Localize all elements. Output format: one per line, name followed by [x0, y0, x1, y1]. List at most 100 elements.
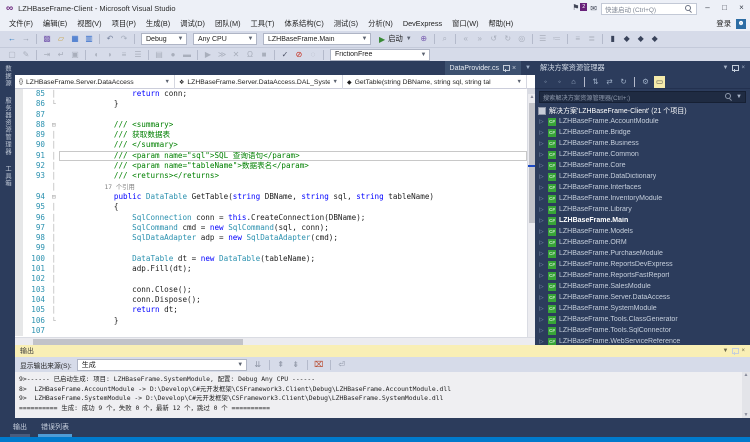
breakpoint-margin[interactable] [15, 171, 23, 182]
side-tab[interactable]: 工具箱 [3, 165, 12, 187]
bookmark-next-icon[interactable]: ◆ [621, 32, 633, 46]
code-line[interactable]: 99 │ [15, 243, 527, 254]
comment-icon[interactable]: ▤ [153, 48, 165, 62]
close-button[interactable]: × [735, 2, 748, 15]
scroll-up-icon[interactable]: ▲ [742, 372, 750, 378]
quick-launch-input[interactable]: 快速启动 (Ctrl+Q) [601, 2, 697, 15]
output-header[interactable]: 输出 ▼ × [15, 345, 750, 357]
save-all-icon[interactable]: ▥ [83, 32, 95, 46]
fold-margin[interactable]: │ [49, 274, 59, 284]
code-line[interactable]: 89 │ /// 获取数据表 [15, 130, 527, 141]
expand-arrow-icon[interactable]: ▷ [538, 240, 545, 246]
output-source-dropdown[interactable]: 生成 ▼ [76, 358, 247, 371]
find-message-icon[interactable]: ⇊ [252, 358, 264, 372]
redo-icon[interactable]: ↷ [118, 32, 130, 46]
pin-icon[interactable] [732, 347, 740, 355]
nav-back-icon[interactable]: ← [6, 32, 18, 46]
project-node[interactable]: ▷ C# LZHBaseFrame.AccountModule [535, 116, 750, 127]
notifications-icon[interactable]: ⚑ 2 [572, 3, 588, 14]
expand-arrow-icon[interactable]: ▷ [538, 284, 545, 290]
redo-nav-icon[interactable]: ↻ [502, 32, 514, 46]
target-icon[interactable]: ◎ [516, 32, 528, 46]
feedback-icon[interactable]: ✉ [590, 4, 597, 13]
fold-margin[interactable]: │ [49, 140, 59, 150]
code-line[interactable]: 97 │ SqlCommand cmd = new SqlCommand(sql,… [15, 222, 527, 234]
solution-search-input[interactable]: 搜索解决方案资源管理器(Ctrl+;) ▼ [539, 91, 746, 103]
fold-margin[interactable] [49, 110, 59, 120]
run-icon[interactable]: ▶ [202, 48, 214, 62]
rule-icon[interactable]: ▬ [181, 48, 193, 62]
open-file-icon[interactable]: ▱ [55, 32, 67, 46]
nav-forward-icon[interactable]: → [20, 32, 32, 46]
menu-item[interactable]: 生成(B) [141, 17, 175, 31]
expand-arrow-icon[interactable]: ▷ [538, 207, 545, 213]
expand-arrow-icon[interactable]: ▷ [538, 141, 545, 147]
project-node[interactable]: ▷ C# LZHBaseFrame.SalesModule [535, 281, 750, 292]
code-line[interactable]: 91 │ /// <param name="sql">SQL 查询语句</para… [15, 150, 527, 162]
cancel-icon[interactable]: ✕ [230, 48, 242, 62]
step-back-icon[interactable]: « [460, 32, 472, 46]
bookmark-clear-icon[interactable]: ◆ [649, 32, 661, 46]
breakpoint-margin[interactable] [15, 253, 23, 265]
output-scrollbar[interactable]: ▲ ▼ [742, 372, 750, 418]
breakpoint-margin[interactable] [15, 109, 23, 120]
menu-item[interactable]: 文件(F) [4, 17, 38, 31]
code-line[interactable]: 98 │ SqlDataAdapter adp = new SqlDataAdap… [15, 233, 527, 244]
menu-item[interactable]: 调试(D) [175, 17, 210, 31]
breakpoint-margin[interactable] [15, 294, 23, 306]
clear-all-icon[interactable]: ⌧ [313, 358, 325, 372]
fold-margin[interactable]: ⊟ [49, 192, 59, 202]
fold-margin[interactable]: │ [49, 243, 59, 253]
code-line[interactable]: 90 │ /// </summary> [15, 140, 527, 151]
code-line[interactable]: 94 ⊟ public DataTable GetTable(string DBN… [15, 191, 527, 203]
fold-margin[interactable]: │ [49, 130, 59, 140]
side-tab[interactable]: 数据源 [3, 65, 12, 87]
expand-arrow-icon[interactable]: ▷ [538, 130, 545, 136]
pin-icon[interactable] [502, 64, 510, 72]
menu-item[interactable]: 测试(S) [329, 17, 363, 31]
fold-margin[interactable]: │ [49, 285, 59, 295]
output-log[interactable]: 9>------ 已启动生成: 项目: LZHBaseFrame.SystemM… [15, 372, 750, 418]
project-node[interactable]: ▷ C# LZHBaseFrame.ReportsFastReport [535, 270, 750, 281]
project-node[interactable]: ▷ C# LZHBaseFrame.Tools.ClassGenerator [535, 314, 750, 325]
code-line[interactable]: 95 │ { [15, 202, 527, 213]
tool-window-tab[interactable]: 错误列表 [38, 421, 72, 438]
breakpoint-margin[interactable] [15, 315, 23, 326]
breakpoint-margin[interactable] [15, 243, 23, 254]
pin-icon[interactable] [732, 64, 740, 72]
breakpoint-margin[interactable] [15, 181, 23, 192]
prev-message-icon[interactable]: ⇞ [275, 358, 287, 372]
expand-arrow-icon[interactable]: ▷ [538, 306, 545, 312]
breakpoint-margin[interactable] [15, 325, 23, 337]
fold-margin[interactable]: ⊟ [49, 120, 59, 130]
code-line[interactable]: 105 │ return dt; [15, 305, 527, 316]
code-line[interactable]: 101 │ adp.Fill(dt); [15, 264, 527, 275]
sign-in-link[interactable]: 登录 [716, 19, 731, 29]
word-wrap-icon[interactable]: ⏎ [336, 358, 348, 372]
expand-arrow-icon[interactable]: ▷ [538, 317, 545, 323]
breakpoint-margin[interactable] [15, 191, 23, 203]
expand-arrow-icon[interactable]: ▷ [538, 328, 545, 334]
solution-root-node[interactable]: 解决方案'LZHBaseFrame-Client' (21 个项目) [535, 105, 750, 116]
breakpoint-margin[interactable] [15, 89, 23, 100]
project-node[interactable]: ▷ C# LZHBaseFrame.SystemModule [535, 303, 750, 314]
expand-arrow-icon[interactable]: ▷ [538, 295, 545, 301]
lines-icon[interactable]: ≡ [118, 48, 130, 62]
back-icon[interactable]: ◦ [540, 76, 551, 88]
code-line[interactable]: 106 └ } [15, 315, 527, 326]
expand-arrow-icon[interactable]: ▷ [538, 119, 545, 125]
menu-item[interactable]: 编辑(E) [38, 17, 72, 31]
omega-icon[interactable]: Ω [244, 48, 256, 62]
expand-arrow-icon[interactable]: ▷ [538, 339, 545, 345]
project-node[interactable]: ▷ C# LZHBaseFrame.ORM [535, 237, 750, 248]
code-line[interactable]: 107 [15, 325, 527, 337]
switch-views-icon[interactable]: ⇅ [590, 76, 601, 88]
menu-item[interactable]: 分析(N) [363, 17, 398, 31]
breadcrumb-dropdown[interactable]: ◆ GetTable(string DBName, string sql, str… [343, 75, 527, 89]
refresh-icon[interactable]: ↻ [618, 76, 629, 88]
minimize-button[interactable]: – [701, 2, 714, 15]
window-menu-icon[interactable]: ▼ [723, 65, 729, 71]
menu-item[interactable]: 团队(M) [210, 17, 246, 31]
fold-margin[interactable]: │ [49, 202, 59, 212]
project-node[interactable]: ▷ C# LZHBaseFrame.Tools.SqlConnector [535, 325, 750, 336]
